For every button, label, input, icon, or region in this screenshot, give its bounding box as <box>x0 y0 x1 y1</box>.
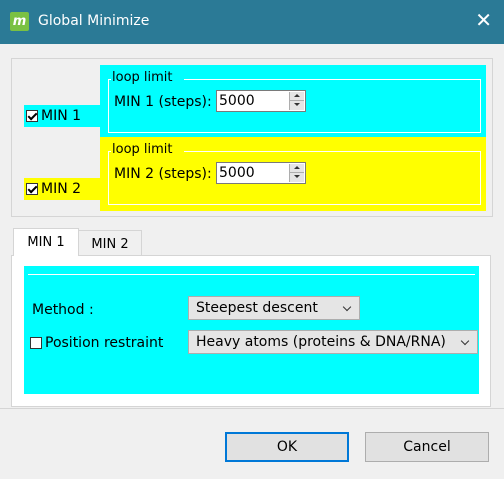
window-title: Global Minimize <box>38 13 150 29</box>
tab-panel-min1: Method : Steepest descent Position restr… <box>11 255 491 407</box>
method-dropdown[interactable]: Steepest descent <box>188 296 360 320</box>
method-label: Method : <box>32 302 94 318</box>
min1-check-box[interactable] <box>26 110 38 122</box>
chevron-down-icon <box>460 336 470 346</box>
min1-steps-label: MIN 1 (steps): <box>114 94 212 110</box>
restraint-atoms-dropdown[interactable]: Heavy atoms (proteins & DNA/RNA) <box>188 330 478 354</box>
min2-steps-label: MIN 2 (steps): <box>114 166 212 182</box>
min2-checkbox-label: MIN 2 <box>41 181 82 197</box>
dialog-body: MIN 1 loop limit MIN 1 (steps): 5000 MIN… <box>0 44 504 479</box>
min2-steps-spinbox[interactable]: 5000 <box>216 162 306 184</box>
min1-steps-value[interactable]: 5000 <box>219 93 255 109</box>
min1-checkbox-label: MIN 1 <box>41 108 82 124</box>
min2-spin-buttons <box>289 164 304 182</box>
min2-loop-limit-panel: loop limit MIN 2 (steps): 5000 <box>100 137 486 211</box>
button-separator <box>0 408 504 409</box>
chevron-down-icon <box>342 302 352 312</box>
min1-steps-spinbox[interactable]: 5000 <box>216 90 306 112</box>
min1-loop-limit-panel: loop limit MIN 1 (steps): 5000 <box>100 65 486 139</box>
panel-top-line <box>28 274 475 275</box>
ok-button[interactable]: OK <box>225 432 349 462</box>
min2-group-title: loop limit <box>112 142 173 157</box>
min2-checkbox[interactable]: MIN 2 <box>24 178 110 200</box>
min1-spin-down-icon[interactable] <box>290 101 304 110</box>
min1-spin-buttons <box>289 92 304 110</box>
position-restraint-label: Position restraint <box>45 335 164 351</box>
min1-settings-panel: Method : Steepest descent Position restr… <box>24 266 479 394</box>
close-icon[interactable]: ✕ <box>475 9 492 31</box>
position-restraint-checkbox[interactable]: Position restraint <box>30 335 163 351</box>
tab-min1[interactable]: MIN 1 <box>13 228 79 256</box>
cancel-button[interactable]: Cancel <box>365 432 489 462</box>
tab-control: MIN 1 MIN 2 Method : Steepest descent Po… <box>11 228 491 407</box>
min2-spin-up-icon[interactable] <box>290 164 304 173</box>
tab-min2[interactable]: MIN 2 <box>78 230 142 256</box>
min1-group-title: loop limit <box>112 70 173 85</box>
method-selected-value: Steepest descent <box>196 300 318 316</box>
min1-spin-up-icon[interactable] <box>290 92 304 101</box>
min2-steps-value[interactable]: 5000 <box>219 165 255 181</box>
min1-checkbox[interactable]: MIN 1 <box>24 105 110 127</box>
min2-spin-down-icon[interactable] <box>290 173 304 182</box>
minimize-options-group: MIN 1 loop limit MIN 1 (steps): 5000 MIN… <box>11 58 493 217</box>
title-bar[interactable]: m Global Minimize ✕ <box>0 0 504 44</box>
position-restraint-check-box[interactable] <box>30 337 42 349</box>
restraint-selected-value: Heavy atoms (proteins & DNA/RNA) <box>196 334 446 350</box>
app-icon: m <box>10 12 29 31</box>
min2-check-box[interactable] <box>26 183 38 195</box>
